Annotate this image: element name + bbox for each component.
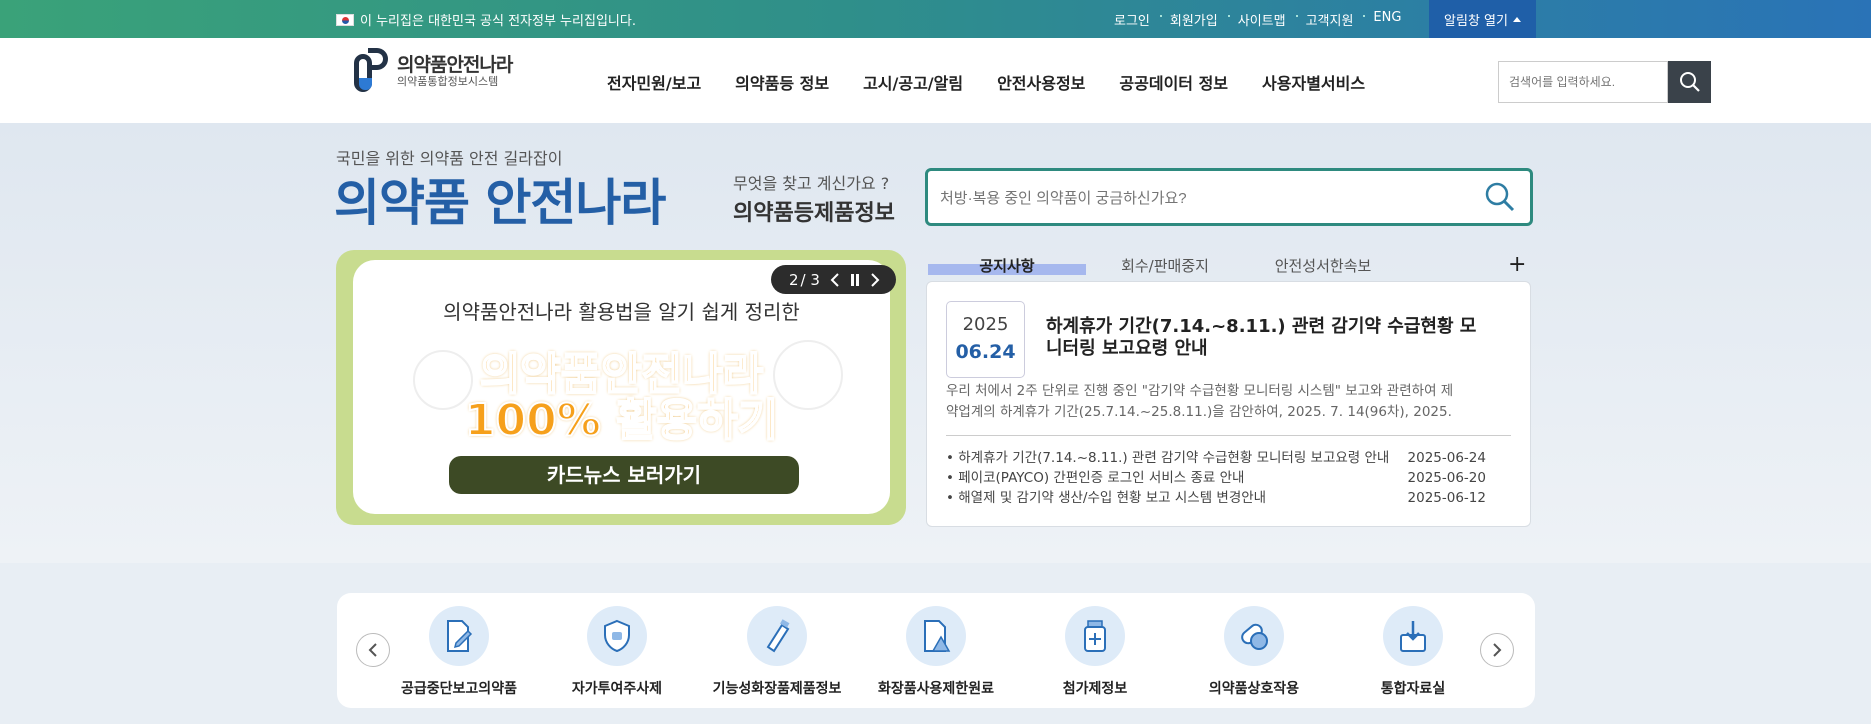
search-icon (1679, 72, 1700, 92)
pause-icon[interactable] (850, 273, 860, 286)
nav-notices[interactable]: 고시/공고/알림 (863, 70, 963, 94)
list-item-date: 2025-06-12 (1407, 490, 1486, 506)
main-search-input[interactable] (940, 185, 1460, 211)
list-item-date: 2025-06-20 (1407, 470, 1486, 486)
caret-up-icon (1512, 17, 1521, 22)
nav-safe-use[interactable]: 안전사용정보 (997, 70, 1085, 94)
tab-notices[interactable]: 공지사항 (928, 255, 1086, 276)
featured-day: 06.24 (955, 341, 1016, 363)
featured-notice-title[interactable]: 하계휴가 기간(7.14.~8.11.) 관련 감기약 수급현황 모니터링 보고… (1046, 316, 1486, 360)
banner-pager: 2 / 3 (771, 265, 896, 294)
list-item-title: • 하계휴가 기간(7.14.~8.11.) 관련 감기약 수급현황 모니터링 … (946, 450, 1390, 466)
search-category[interactable]: 의약품등제품정보 (733, 195, 895, 227)
pager-current: 2 (789, 270, 799, 289)
more-plus-icon[interactable]: + (1508, 252, 1526, 277)
search-question: 무엇을 찾고 계신가요 ? (733, 174, 890, 193)
nav-public-data[interactable]: 공공데이터 정보 (1119, 70, 1228, 94)
divider (946, 435, 1511, 436)
banner-line: 의약품안전나라 활용법을 알기 쉽게 정리한 (443, 300, 800, 324)
english-link[interactable]: ENG (1363, 10, 1411, 29)
gov-notice[interactable]: 이 누리집은 대한민국 공식 전자정부 누리집입니다. (336, 10, 636, 29)
login-link[interactable]: 로그인 (1104, 10, 1160, 29)
list-item[interactable]: • 하계휴가 기간(7.14.~8.11.) 관련 감기약 수급현황 모니터링 … (946, 448, 1486, 468)
quick-item-additives[interactable]: 첨가제정보 (1025, 606, 1165, 698)
featured-notice-desc: 우리 처에서 2주 단위로 진행 중인 "감기약 수급현황 모니터링 시스템" … (946, 383, 1454, 420)
quick-item-label: 화장품사용제한원료 (878, 681, 994, 697)
list-item-title: • 페이코(PAYCO) 간편인증 로그인 서비스 종료 안내 (946, 470, 1245, 486)
quick-item-label: 첨가제정보 (1062, 681, 1128, 697)
header-search (1498, 61, 1711, 103)
korea-flag-icon (336, 13, 354, 26)
hero-title: 의약품 안전나라 (334, 174, 666, 232)
utility-links: 로그인 회원가입 사이트맵 고객지원 ENG (1104, 10, 1411, 29)
alarm-toggle-label: 알림창 열기 (1444, 13, 1508, 29)
tab-safety-letter[interactable]: 안전성서한속보 (1248, 255, 1398, 276)
shield-icon (587, 606, 647, 666)
tab-recall[interactable]: 회수/판매중지 (1090, 255, 1240, 276)
list-item-title: • 해열제 및 감기약 생산/수입 현황 보고 시스템 변경안내 (946, 490, 1267, 506)
tube-icon (747, 606, 807, 666)
nav-user-services[interactable]: 사용자별서비스 (1262, 70, 1365, 94)
quick-item-interactions[interactable]: 의약품상호작용 (1184, 606, 1324, 698)
nav-e-civil[interactable]: 전자민원/보고 (607, 70, 701, 94)
notice-tabs: 공지사항 회수/판매중지 안전성서한속보 (928, 255, 1528, 275)
gov-notice-text: 이 누리집은 대한민국 공식 전자정부 누리집입니다. (360, 14, 636, 29)
banner-card: 의약품안전나라 활용법을 알기 쉽게 정리한 의약품안전나라 100% 활용하기… (353, 260, 890, 514)
card-news-button[interactable]: 카드뉴스 보러가기 (449, 456, 799, 494)
logo-title: 의약품안전나라 (397, 53, 513, 76)
main-nav: 전자민원/보고 의약품등 정보 고시/공고/알림 안전사용정보 공공데이터 정보… (590, 70, 1382, 94)
quick-item-label: 통합자료실 (1380, 681, 1446, 697)
chevron-left-icon (368, 643, 377, 657)
featured-year: 2025 (962, 314, 1009, 335)
document-warning-icon (906, 606, 966, 666)
top-bar (0, 0, 1871, 38)
document-pen-icon (429, 606, 489, 666)
quick-item-label: 의약품상호작용 (1208, 681, 1300, 697)
list-item-date: 2025-06-24 (1407, 450, 1486, 466)
quick-item-restricted-ingredients[interactable]: 화장품사용제한원료 (866, 606, 1006, 698)
signup-link[interactable]: 회원가입 (1159, 10, 1228, 29)
medicine-bottle-icon (1065, 606, 1125, 666)
quick-item-functional-cosmetics[interactable]: 기능성화장품제품정보 (707, 606, 847, 698)
main-search-box (925, 168, 1533, 226)
chevron-left-icon[interactable] (830, 272, 840, 287)
alarm-toggle-button[interactable]: 알림창 열기 (1429, 0, 1536, 38)
quick-item-label: 기능성화장품제품정보 (712, 681, 842, 697)
quick-prev-button[interactable] (356, 633, 390, 667)
support-link[interactable]: 고객지원 (1295, 10, 1364, 29)
quick-item-label: 공급중단보고의약품 (401, 681, 517, 697)
pager-total: / 3 (800, 270, 820, 289)
quick-next-button[interactable] (1480, 633, 1514, 667)
banner-headline-2: 100% 활용하기 (464, 394, 779, 447)
logo-subtitle: 의약품통합정보시스템 (397, 74, 499, 88)
notice-list: • 하계휴가 기간(7.14.~8.11.) 관련 감기약 수급현황 모니터링 … (946, 448, 1486, 508)
quick-item-archive[interactable]: 통합자료실 (1343, 606, 1483, 698)
header-search-input[interactable] (1498, 61, 1668, 103)
quick-item-label: 자가투여주사제 (571, 681, 663, 697)
chevron-right-icon (1493, 643, 1502, 657)
list-item[interactable]: • 페이코(PAYCO) 간편인증 로그인 서비스 종료 안내 2025-06-2… (946, 468, 1486, 488)
chevron-right-icon[interactable] (870, 272, 880, 287)
site-logo[interactable]: 의약품안전나라 의약품통합정보시스템 (354, 48, 513, 94)
quick-item-supply-stop[interactable]: 공급중단보고의약품 (389, 606, 529, 698)
header-search-button[interactable] (1668, 61, 1711, 103)
nav-drug-info[interactable]: 의약품등 정보 (735, 70, 829, 94)
sitemap-link[interactable]: 사이트맵 (1227, 10, 1296, 29)
featured-date: 2025 06.24 (946, 301, 1025, 378)
download-tray-icon (1383, 606, 1443, 666)
search-icon[interactable] (1484, 181, 1516, 213)
logo-mark-icon (354, 48, 390, 94)
pills-icon (1224, 606, 1284, 666)
list-item[interactable]: • 해열제 및 감기약 생산/수입 현황 보고 시스템 변경안내 2025-06-… (946, 488, 1486, 508)
quick-item-self-injection[interactable]: 자가투여주사제 (547, 606, 687, 698)
